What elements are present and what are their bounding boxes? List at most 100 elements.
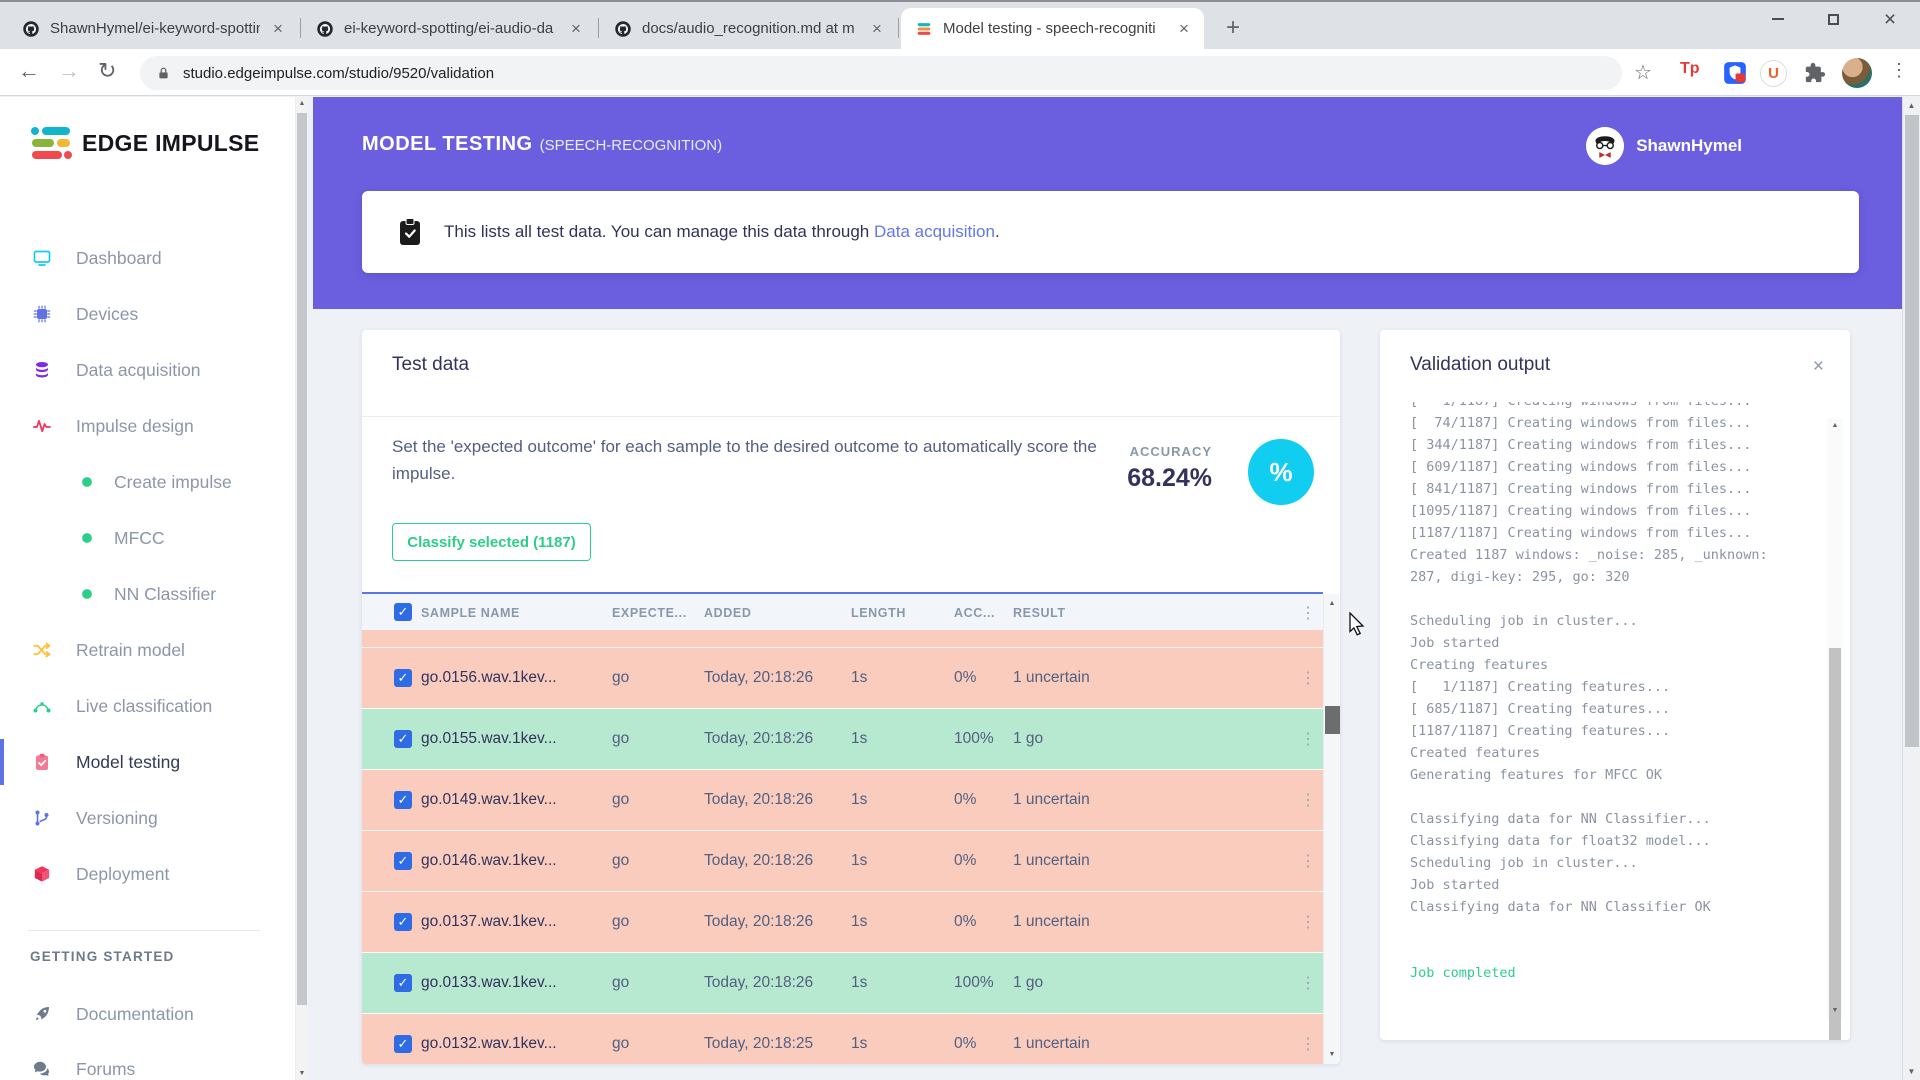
table-row[interactable]: ✓ go.0155.wav.1kev... go Today, 20:18:26 1s 1…	[362, 709, 1323, 770]
cell-length: 1s	[851, 852, 868, 869]
row-kebab-menu-icon[interactable]: ⋮	[1300, 1034, 1316, 1054]
scroll-down-icon[interactable]: ▼	[1324, 1051, 1340, 1058]
sample-name-link[interactable]: go.0132.wav.1kev...	[421, 1035, 557, 1053]
scroll-down-icon[interactable]: ▼	[1903, 1067, 1920, 1076]
row-kebab-menu-icon[interactable]: ⋮	[1300, 912, 1316, 932]
sidebar-item-create-impulse[interactable]: Create impulse	[0, 459, 296, 505]
table-rows-area: ✓ go.0156.wav.1kev... go Today, 20:18:26 1s 0…	[362, 630, 1323, 1064]
header-checkbox[interactable]: ✓	[394, 603, 412, 621]
new-tab-button[interactable]: +	[1218, 14, 1248, 42]
page-scrollbar[interactable]: ▲ ▼	[1902, 97, 1920, 1080]
sample-name-link[interactable]: go.0137.wav.1kev...	[421, 913, 557, 931]
tab-3[interactable]: docs/audio_recognition.md at m ×	[600, 8, 897, 49]
sidebar-item-mfcc[interactable]: MFCC	[0, 515, 296, 561]
window-maximize-button[interactable]	[1809, 0, 1857, 38]
tab-4[interactable]: Model testing - speech-recogniti ×	[901, 8, 1204, 49]
row-kebab-menu-icon[interactable]: ⋮	[1300, 973, 1316, 993]
extension-u-icon[interactable]: U	[1760, 60, 1787, 87]
back-button[interactable]: ←	[18, 58, 40, 84]
tab-2[interactable]: ei-keyword-spotting/ei-audio-da ×	[302, 8, 596, 49]
table-scrollbar[interactable]: ▲ ▼	[1323, 594, 1340, 1064]
forward-button[interactable]: →	[58, 58, 80, 84]
sidebar-item-devices[interactable]: Devices	[0, 291, 296, 337]
cell-expected: go	[612, 852, 630, 869]
sidebar-item-live-classification[interactable]: Live classification	[0, 683, 296, 729]
sample-name-link[interactable]: go.0156.wav.1kev...	[421, 669, 557, 687]
user-chip[interactable]: ShawnHymel	[1586, 127, 1742, 165]
table-row[interactable]: ✓ go.0132.wav.1kev... go Today, 20:18:25 1s 0…	[362, 1014, 1323, 1064]
sidebar-item-impulse-design[interactable]: Impulse design	[0, 403, 296, 449]
tab-1[interactable]: ShawnHymel/ei-keyword-spottin ×	[8, 8, 298, 49]
sidebar-item-forums[interactable]: Forums	[0, 1046, 296, 1080]
row-checkbox[interactable]: ✓	[394, 730, 412, 748]
sidebar-item-nn-classifier[interactable]: NN Classifier	[0, 571, 296, 617]
sidebar-item-documentation[interactable]: Documentation	[0, 991, 296, 1037]
extension-tp-icon[interactable]: Tp	[1680, 60, 1700, 78]
sidebar-item-data-acquisition[interactable]: Data acquisition	[0, 347, 296, 393]
table-row[interactable]: ✓ go.0146.wav.1kev... go Today, 20:18:26 1s 0…	[362, 831, 1323, 892]
tab-close-icon[interactable]: ×	[1174, 19, 1194, 39]
window-minimize-button[interactable]	[1754, 0, 1802, 38]
header-kebab-menu-icon[interactable]: ⋮	[1300, 603, 1316, 623]
sample-name-link[interactable]: go.0149.wav.1kev...	[421, 791, 557, 809]
tab-close-icon[interactable]: ×	[268, 19, 288, 39]
bookmark-star-icon[interactable]: ☆	[1634, 60, 1652, 85]
reload-button[interactable]: ↻	[98, 58, 116, 84]
accuracy-badge: %	[1248, 439, 1314, 505]
row-checkbox[interactable]: ✓	[394, 791, 412, 809]
scroll-up-icon[interactable]: ▲	[1827, 422, 1843, 429]
sidebar-scrollbar-thumb[interactable]	[297, 113, 307, 1005]
table-row[interactable]: ✓ go.0156.wav.1kev... go Today, 20:18:26 1s 0…	[362, 648, 1323, 709]
banner-link-data-acquisition[interactable]: Data acquisition	[874, 222, 995, 241]
table-row[interactable]: ✓ go.0137.wav.1kev... go Today, 20:18:26 1s 0…	[362, 892, 1323, 953]
sample-name-link[interactable]: go.0133.wav.1kev...	[421, 974, 557, 992]
table-scrollbar-thumb[interactable]	[1325, 706, 1340, 734]
extensions-puzzle-icon[interactable]	[1804, 62, 1826, 89]
tab-close-icon[interactable]: ×	[867, 19, 887, 39]
row-checkbox[interactable]: ✓	[394, 1035, 412, 1053]
sample-name-link[interactable]: go.0146.wav.1kev...	[421, 852, 557, 870]
scroll-up-icon[interactable]: ▲	[296, 100, 308, 107]
window-close-button[interactable]: ×	[1866, 0, 1914, 38]
cell-result: 1 uncertain	[1013, 669, 1090, 686]
row-checkbox[interactable]: ✓	[394, 669, 412, 687]
table-header: ✓ ⋮ SAMPLE NAME EXPECTE... ADDED LENGTH ACC.…	[362, 592, 1323, 630]
console-output: [ 1/1187] Creating windows from files...…	[1410, 402, 1808, 1016]
edge-impulse-logo[interactable]: EDGE IMPULSE	[30, 123, 259, 163]
cell-expected: go	[612, 730, 630, 747]
classify-selected-button[interactable]: Classify selected (1187)	[392, 523, 591, 561]
row-kebab-menu-icon[interactable]: ⋮	[1300, 668, 1316, 688]
address-bar[interactable]: studio.edgeimpulse.com/studio/9520/valid…	[140, 56, 1622, 90]
browser-avatar[interactable]	[1842, 58, 1872, 88]
extension-shield-icon[interactable]	[1722, 60, 1748, 91]
url-text[interactable]: studio.edgeimpulse.com/studio/9520/valid…	[183, 65, 494, 82]
row-checkbox[interactable]: ✓	[394, 852, 412, 870]
sidebar-item-model-testing[interactable]: Model testing	[0, 739, 296, 785]
sidebar-item-retrain-model[interactable]: Retrain model	[0, 627, 296, 673]
row-kebab-menu-icon[interactable]: ⋮	[1300, 729, 1316, 749]
page-subtitle: (SPEECH-RECOGNITION)	[539, 137, 723, 154]
scroll-down-icon[interactable]: ▼	[1827, 1007, 1843, 1014]
table-row[interactable]: ✓ go.0149.wav.1kev... go Today, 20:18:26 1s 0…	[362, 770, 1323, 831]
browser-menu-icon[interactable]: ⋮	[1890, 60, 1908, 81]
sample-name-link[interactable]: go.0155.wav.1kev...	[421, 730, 557, 748]
user-avatar[interactable]	[1586, 127, 1625, 165]
console-scrollbar[interactable]: ▲ ▼	[1827, 418, 1843, 1040]
sidebar-item-label: Data acquisition	[76, 359, 201, 380]
row-checkbox[interactable]: ✓	[394, 913, 412, 931]
table-row[interactable]: ✓ go.0133.wav.1kev... go Today, 20:18:26 1s 1…	[362, 953, 1323, 1014]
scroll-up-icon[interactable]: ▲	[1903, 101, 1920, 110]
close-icon[interactable]: ×	[1813, 356, 1824, 378]
console-scrollbar-thumb[interactable]	[1829, 648, 1841, 1040]
row-kebab-menu-icon[interactable]: ⋮	[1300, 790, 1316, 810]
tab-close-icon[interactable]: ×	[566, 19, 586, 39]
row-checkbox[interactable]: ✓	[394, 974, 412, 992]
scroll-down-icon[interactable]: ▼	[296, 1070, 308, 1077]
sidebar-scrollbar[interactable]: ▲ ▼	[296, 97, 308, 1080]
sidebar-item-versioning[interactable]: Versioning	[0, 795, 296, 841]
row-kebab-menu-icon[interactable]: ⋮	[1300, 851, 1316, 871]
scroll-up-icon[interactable]: ▲	[1324, 600, 1340, 607]
page-scrollbar-thumb[interactable]	[1905, 115, 1919, 747]
sidebar-item-dashboard[interactable]: Dashboard	[0, 235, 296, 281]
sidebar-item-deployment[interactable]: Deployment	[0, 851, 296, 897]
